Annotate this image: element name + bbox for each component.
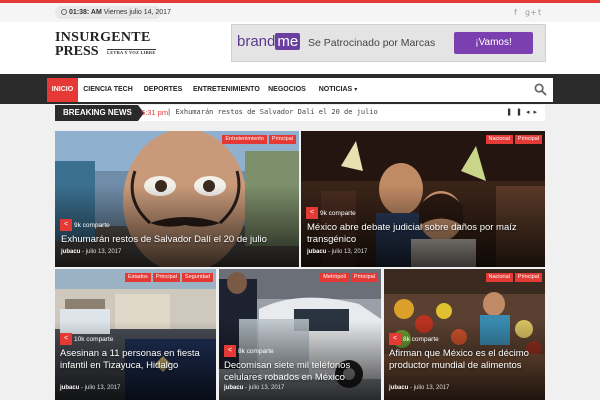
twitter-icon[interactable]: t	[538, 8, 541, 17]
ad-brand-logo: brand me	[237, 33, 301, 50]
article-author[interactable]: jubacu	[60, 385, 79, 391]
share-icon: <	[60, 219, 72, 231]
category-tags: Entretenimiento Principal	[222, 135, 296, 144]
article-date: julio 13, 2017	[85, 249, 122, 255]
top-bar: 01:38: AM Viernes julio 14, 2017 f g+ t	[0, 0, 600, 22]
share-count-text: 9k comparte	[74, 221, 110, 229]
category-tag[interactable]: Entretenimiento	[222, 135, 267, 144]
article-title[interactable]: Exhumarán restos de Salvador Dalí el 20 …	[61, 234, 296, 246]
category-tag[interactable]: Nacional	[485, 135, 513, 144]
article-card[interactable]: Entretenimiento Principal < 9k comparte …	[55, 131, 299, 267]
article-card[interactable]: Nacional Principal < 8k comparte Afirman…	[384, 269, 545, 400]
ticker-time: 5:31 pm	[141, 108, 169, 117]
article-meta: jubacu - julio 13, 2017	[307, 249, 368, 255]
article-card[interactable]: Nacional Principal < 9k comparte México …	[301, 131, 545, 267]
article-author[interactable]: jubacu	[61, 249, 80, 255]
nav-item-negocios[interactable]: NEGOCIOS	[266, 78, 308, 102]
share-count-text: 8k comparte	[403, 335, 439, 343]
nav-item-deportes[interactable]: DEPORTES	[140, 78, 186, 102]
nav-item-inicio[interactable]: INICIO	[47, 78, 78, 102]
ticker-headline[interactable]: | Exhumarán restos de Salvador Dalí el 2…	[167, 108, 378, 116]
category-tags: Nacional Principal	[485, 135, 542, 144]
pause-icon[interactable]: ❚❚	[506, 108, 526, 116]
article-title[interactable]: México abre debate judicial sobre daños …	[307, 222, 542, 246]
ad-slogan: Se Patrocinado por Marcas	[308, 37, 436, 49]
current-date: Viernes julio 14, 2017	[103, 9, 171, 16]
category-tags: Nacional Principal	[485, 273, 542, 282]
category-tags: Estados Principal Seguridad	[124, 273, 213, 282]
search-icon[interactable]	[534, 83, 547, 96]
ad-brand-me: me	[275, 33, 301, 50]
date-time-display: 01:38: AM Viernes julio 14, 2017	[55, 6, 171, 19]
article-meta: jubacu - julio 13, 2017	[60, 385, 121, 391]
chevron-down-icon: ▾	[352, 86, 358, 93]
ad-brand-text: brand	[237, 33, 276, 50]
share-count-text: 9k comparte	[320, 209, 356, 217]
share-count-text: 10k comparte	[74, 335, 114, 343]
facebook-icon[interactable]: f	[514, 8, 517, 17]
category-tag[interactable]: Principal	[268, 135, 296, 144]
next-icon[interactable]: ▸	[533, 108, 541, 116]
article-meta: jubacu - julio 13, 2017	[61, 249, 122, 255]
article-title[interactable]: Asesinan a 11 personas en fiesta infanti…	[60, 348, 210, 372]
category-tag[interactable]: Nacional	[485, 273, 513, 282]
logo-line-1: INSURGENTE	[55, 30, 151, 45]
share-count-text: 8k comparte	[238, 347, 274, 355]
category-tag[interactable]: Seguridad	[181, 273, 213, 282]
article-meta: jubacu - julio 13, 2017	[224, 385, 285, 391]
category-tag[interactable]: Principal	[514, 135, 542, 144]
article-date: julio 13, 2017	[248, 385, 285, 391]
article-author[interactable]: jubacu	[224, 385, 243, 391]
ad-banner[interactable]: brand me Se Patrocinado por Marcas ¡Vamos…	[231, 24, 546, 62]
share-icon: <	[60, 333, 72, 345]
share-icon: <	[306, 207, 318, 219]
article-title[interactable]: Afirman que México es el décimo producto…	[389, 348, 541, 372]
article-card[interactable]: Metrópoli Principal < 8k comparte Decomi…	[219, 269, 381, 400]
category-tag[interactable]: Principal	[152, 273, 180, 282]
article-card[interactable]: Estados Principal Seguridad < 10k compar…	[55, 269, 216, 400]
main-nav: INICIO CIENCIA TECH DEPORTES ENTRETENIMI…	[47, 78, 553, 102]
logo-line-2: PRESS	[55, 44, 99, 59]
category-tag[interactable]: Metrópoli	[320, 273, 349, 282]
share-count[interactable]: < 9k comparte	[306, 207, 356, 219]
article-date: julio 13, 2017	[331, 249, 368, 255]
share-count[interactable]: < 9k comparte	[60, 219, 110, 231]
breaking-news-label: BREAKING NEWS	[55, 105, 144, 121]
nav-item-noticias-label: NOTICIAS	[318, 86, 353, 93]
article-date: julio 13, 2017	[413, 385, 450, 391]
category-tag[interactable]: Estados	[124, 273, 151, 282]
ticker-controls: ❚❚◂▸	[506, 108, 541, 116]
article-author[interactable]: jubacu	[307, 249, 326, 255]
logo-tagline: LETRA Y VOZ LIBRE	[107, 49, 156, 55]
article-meta: jubacu - julio 13, 2017	[389, 385, 450, 391]
category-tags: Metrópoli Principal	[320, 273, 378, 282]
share-count[interactable]: < 10k comparte	[60, 333, 113, 345]
article-title[interactable]: Decomisan siete mil teléfonos celulares …	[224, 360, 376, 384]
ticker-headline-text: Exhumarán restos de Salvador Dalí el 20 …	[175, 108, 378, 116]
share-count[interactable]: < 8k comparte	[224, 345, 274, 357]
ad-cta-button[interactable]: ¡Vamos!	[454, 32, 533, 54]
clock-icon	[61, 9, 67, 15]
site-logo[interactable]: INSURGENTE PRESS LETRA Y VOZ LIBRE	[55, 30, 160, 59]
nav-item-noticias[interactable]: NOTICIAS ▾	[315, 78, 361, 102]
breaking-news-ticker: BREAKING NEWS 5:31 pm | Exhumarán restos…	[55, 105, 545, 121]
nav-item-ciencia-tech[interactable]: CIENCIA TECH	[83, 78, 133, 102]
nav-item-entretenimiento[interactable]: ENTRETENIMIENTO	[193, 78, 260, 102]
share-icon: <	[389, 333, 401, 345]
article-date: julio 13, 2017	[84, 385, 121, 391]
article-author[interactable]: jubacu	[389, 385, 408, 391]
share-icon: <	[224, 345, 236, 357]
share-count[interactable]: < 8k comparte	[389, 333, 439, 345]
category-tag[interactable]: Principal	[350, 273, 378, 282]
current-time: 01:38: AM	[69, 9, 102, 16]
google-plus-icon[interactable]: g+	[525, 8, 537, 17]
category-tag[interactable]: Principal	[514, 273, 542, 282]
